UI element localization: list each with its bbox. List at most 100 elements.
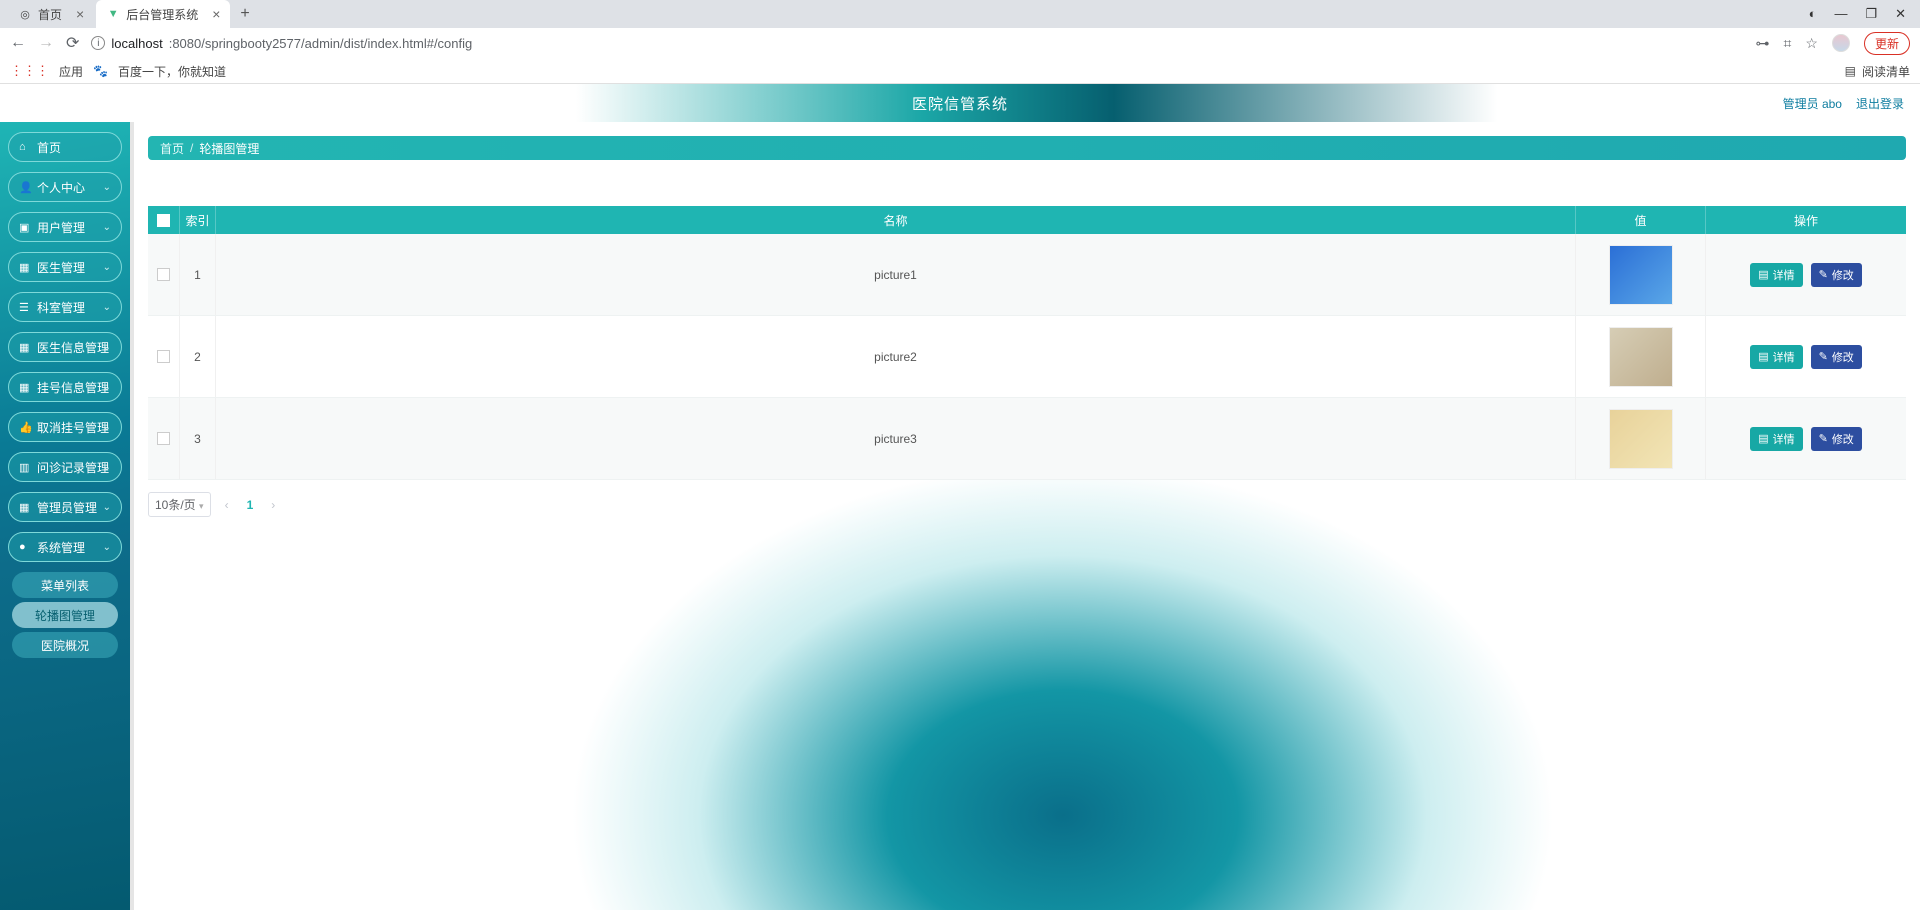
edit-button[interactable]: ✎修改: [1811, 263, 1862, 287]
sidebar-item-label: 挂号信息管理: [37, 379, 109, 396]
thumbnail-image[interactable]: [1609, 245, 1673, 305]
site-info-icon[interactable]: i: [91, 36, 105, 50]
url-input[interactable]: i localhost:8080/springbooty2577/admin/d…: [91, 36, 1743, 51]
sidebar-sub-carousel[interactable]: 轮播图管理: [12, 602, 118, 628]
sidebar-item-departments[interactable]: ☰科室管理⌄: [8, 292, 122, 322]
reading-list-label[interactable]: 阅读清单: [1862, 63, 1910, 80]
chevron-down-icon: ▾: [199, 501, 204, 511]
chevron-down-icon: ⌄: [103, 342, 111, 353]
breadcrumb-sep: /: [190, 141, 193, 155]
sidebar-item-users[interactable]: ▣用户管理⌄: [8, 212, 122, 242]
cell-name: picture2: [216, 316, 1576, 397]
tab-bar: ◎ 首页 × ▼ 后台管理系统 × + ◐ — ❐ ✕: [0, 0, 1920, 28]
doc-icon: ▤: [1758, 268, 1768, 281]
back-icon[interactable]: ←: [10, 34, 26, 52]
url-host: localhost: [111, 36, 162, 51]
doc-icon: ▤: [1758, 432, 1768, 445]
user-icon: 👤: [19, 181, 31, 194]
page-number[interactable]: 1: [243, 498, 258, 512]
doc-icon: ▤: [1758, 350, 1768, 363]
home-icon: ⌂: [19, 141, 31, 153]
maximize-icon[interactable]: ❐: [1865, 6, 1877, 22]
sidebar-item-label: 用户管理: [37, 219, 85, 236]
sidebar-item-label: 管理员管理: [37, 499, 97, 516]
reading-list-icon[interactable]: ▤: [1845, 64, 1856, 78]
sidebar-item-label: 科室管理: [37, 299, 85, 316]
admin-label[interactable]: 管理员 abo: [1783, 95, 1842, 112]
cell-index: 2: [180, 316, 216, 397]
minimize-icon[interactable]: —: [1834, 6, 1847, 22]
grid-icon: ▦: [19, 261, 31, 274]
prev-page-button[interactable]: ‹: [221, 498, 233, 512]
sidebar-item-label: 医生信息管理: [37, 339, 109, 356]
sidebar-sub-menu-list[interactable]: 菜单列表: [12, 572, 118, 598]
close-window-icon[interactable]: ✕: [1895, 6, 1906, 22]
sidebar-sub-label: 轮播图管理: [35, 607, 95, 624]
sidebar-item-admin[interactable]: ▦管理员管理⌄: [8, 492, 122, 522]
edit-icon: ✎: [1819, 432, 1828, 445]
key-icon[interactable]: ⊶: [1756, 35, 1770, 52]
sidebar-sub-label: 菜单列表: [41, 577, 89, 594]
sidebar-item-label: 首页: [37, 139, 61, 156]
detail-button[interactable]: ▤详情: [1750, 263, 1802, 287]
data-table: 索引 名称 值 操作 1 picture1 ▤详情 ✎修改: [148, 206, 1906, 480]
checkbox-all[interactable]: [157, 214, 170, 227]
lock-dot-icon[interactable]: ◐: [1809, 6, 1817, 22]
bookmark-link[interactable]: 百度一下，你就知道: [118, 63, 226, 80]
chevron-down-icon: ⌄: [103, 502, 111, 513]
sidebar-item-profile[interactable]: 👤个人中心⌄: [8, 172, 122, 202]
sidebar-item-doctor-info[interactable]: ▦ 医生信息管理⌄: [8, 332, 122, 362]
table-row: 1 picture1 ▤详情 ✎修改: [148, 234, 1906, 316]
sidebar-item-consult[interactable]: ▥问诊记录管理⌄: [8, 452, 122, 482]
close-icon[interactable]: ×: [212, 6, 220, 22]
star-icon[interactable]: ☆: [1805, 35, 1818, 52]
chevron-down-icon: ⌄: [103, 382, 111, 393]
detail-button[interactable]: ▤详情: [1750, 427, 1802, 451]
thumbnail-image[interactable]: [1609, 409, 1673, 469]
row-checkbox[interactable]: [157, 268, 170, 281]
qr-icon[interactable]: ⌗: [1784, 35, 1792, 52]
next-page-button[interactable]: ›: [267, 498, 279, 512]
forward-icon[interactable]: →: [38, 34, 54, 52]
browser-tab[interactable]: ▼ 后台管理系统 ×: [96, 0, 230, 28]
sidebar-item-home[interactable]: ⌂ 首页: [8, 132, 122, 162]
edit-button[interactable]: ✎修改: [1811, 345, 1862, 369]
pagination: 10条/页 ▾ ‹ 1 ›: [148, 492, 1906, 517]
th-checkbox: [148, 206, 180, 234]
sidebar-item-doctors[interactable]: ▦医生管理⌄: [8, 252, 122, 282]
close-icon[interactable]: ×: [76, 6, 84, 22]
tab-label: 首页: [38, 6, 62, 23]
sidebar-item-cancel-reg[interactable]: 👍取消挂号管理⌄: [8, 412, 122, 442]
gear-icon: ●: [19, 541, 31, 553]
sidebar-item-registration[interactable]: ▦挂号信息管理⌄: [8, 372, 122, 402]
chevron-down-icon: ⌄: [103, 462, 111, 473]
row-checkbox[interactable]: [157, 350, 170, 363]
sidebar-sub-hospital-info[interactable]: 医院概况: [12, 632, 118, 658]
sidebar-item-system[interactable]: ●系统管理⌄: [8, 532, 122, 562]
reload-icon[interactable]: ⟳: [66, 33, 79, 53]
address-bar: ← → ⟳ i localhost:8080/springbooty2577/a…: [0, 28, 1920, 58]
page-size-select[interactable]: 10条/页 ▾: [148, 492, 211, 517]
edit-button[interactable]: ✎修改: [1811, 427, 1862, 451]
chevron-down-icon: ⌄: [103, 182, 111, 193]
logout-link[interactable]: 退出登录: [1856, 95, 1904, 112]
new-tab-button[interactable]: +: [232, 5, 257, 23]
th-name: 名称: [216, 206, 1576, 234]
chat-icon: ▣: [19, 221, 31, 234]
update-button[interactable]: 更新: [1864, 32, 1910, 55]
chevron-down-icon: ⌄: [103, 422, 111, 433]
apps-label[interactable]: 应用: [59, 63, 83, 80]
grid-icon: ▦: [19, 341, 31, 354]
thumbnail-image[interactable]: [1609, 327, 1673, 387]
cell-index: 3: [180, 398, 216, 479]
profile-avatar[interactable]: [1832, 34, 1850, 52]
main: ⌂首页 👤个人中心⌄ ▣用户管理⌄ ▦医生管理⌄ ☰科室管理⌄ ▦医生信息管理⌄…: [0, 122, 1920, 910]
detail-button[interactable]: ▤详情: [1750, 345, 1802, 369]
table-row: 2 picture2 ▤详情 ✎修改: [148, 316, 1906, 398]
row-checkbox[interactable]: [157, 432, 170, 445]
browser-tab[interactable]: ◎ 首页 ×: [8, 0, 94, 28]
tab-label: 后台管理系统: [126, 6, 198, 23]
breadcrumb-current: 轮播图管理: [199, 140, 259, 157]
apps-icon[interactable]: ⋮⋮⋮: [10, 63, 49, 79]
breadcrumb-home[interactable]: 首页: [160, 140, 184, 157]
